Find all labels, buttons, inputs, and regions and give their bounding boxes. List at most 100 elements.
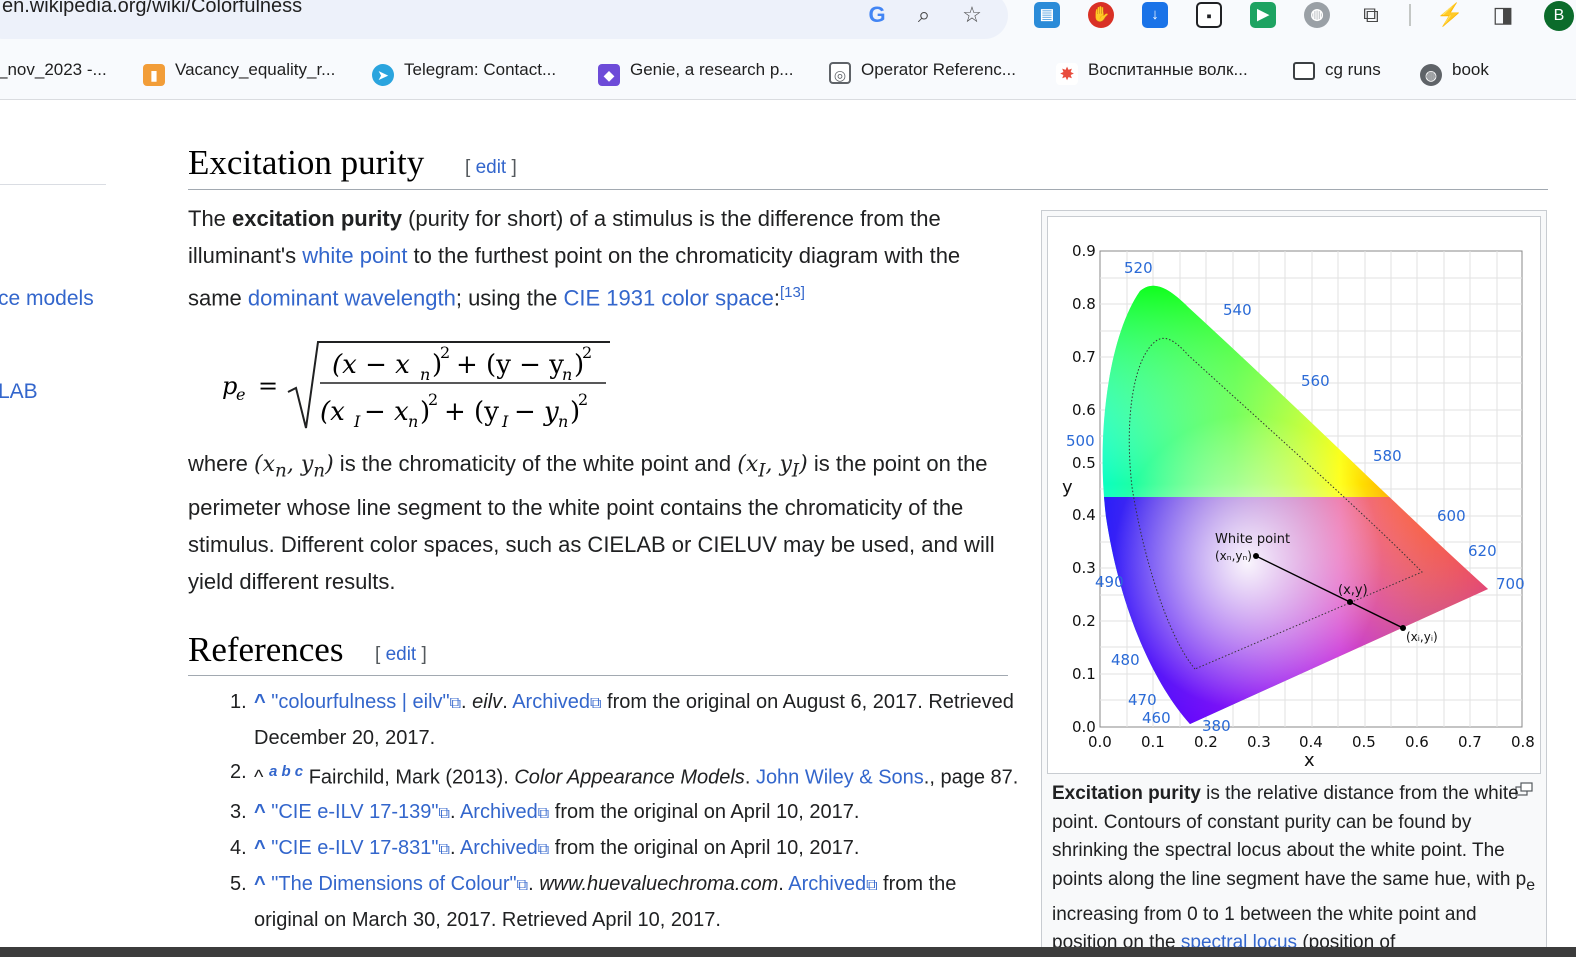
svg-text:0.2: 0.2 — [1072, 612, 1096, 630]
svg-text:0.4: 0.4 — [1299, 733, 1323, 751]
backlink-letters[interactable]: a b c — [269, 763, 303, 780]
archived-link[interactable]: Archived — [460, 801, 538, 823]
extension-window-icon[interactable]: ▤ — [1034, 2, 1060, 28]
svg-text:0.5: 0.5 — [1352, 733, 1376, 751]
url-text[interactable]: en.wikipedia.org/wiki/Colorfulness — [2, 0, 302, 18]
svg-text:0.6: 0.6 — [1072, 401, 1096, 419]
bookmark-folder[interactable]: cg runs — [1293, 58, 1381, 82]
bookmark-item[interactable]: ➤ Telegram: Contact... — [372, 58, 556, 86]
cie-1931-link[interactable]: CIE 1931 color space — [563, 285, 773, 310]
x-tick-labels: 0.0 0.1 0.2 0.3 0.4 0.5 0.6 0.7 0.8 — [1088, 733, 1535, 751]
archived-link[interactable]: Archived — [460, 837, 538, 859]
white-point-coord: (xₙ,yₙ) — [1215, 549, 1252, 563]
address-bar[interactable]: en.wikipedia.org/wiki/Colorfulness — [0, 0, 1008, 39]
archived-link[interactable]: Archived — [788, 873, 866, 895]
svg-text:600: 600 — [1437, 507, 1466, 525]
reference-item: 5. ^ "The Dimensions of Colour"⧉. www.hu… — [230, 872, 957, 931]
browser-toolbar: en.wikipedia.org/wiki/Colorfulness G ⌕ ☆… — [0, 0, 1576, 46]
svg-text:0.2: 0.2 — [1194, 733, 1218, 751]
sidebar-item-cielab[interactable]: LAB — [0, 380, 38, 404]
zoom-icon[interactable]: ⌕ — [911, 2, 937, 28]
bookmark-item[interactable]: ◆ Genie, a research p... — [598, 58, 793, 86]
svg-text:490: 490 — [1095, 573, 1124, 591]
sidebar-item-color-appearance-models[interactable]: ce models — [0, 287, 94, 311]
backlink-caret[interactable]: ^ — [254, 873, 266, 895]
external-link-icon: ⧉ — [866, 876, 878, 894]
picture-in-picture-icon[interactable]: ▪ — [1196, 2, 1222, 28]
backlink-caret[interactable]: ^ — [254, 837, 266, 859]
reference-item: 4. ^ "CIE e-ILV 17-831"⧉. Archived⧉ from… — [230, 836, 860, 859]
svg-text:2: 2 — [440, 343, 450, 362]
profile-avatar[interactable]: B — [1544, 1, 1574, 31]
edit-link[interactable]: edit — [386, 644, 417, 665]
performance-icon[interactable]: ⚡ — [1436, 2, 1463, 28]
telegram-icon: ➤ — [372, 64, 394, 86]
sidebar-divider — [0, 184, 106, 185]
white-point-link[interactable]: white point — [302, 243, 407, 268]
external-link-icon: ⧉ — [590, 695, 602, 712]
svg-text:0.0: 0.0 — [1072, 718, 1096, 736]
bookmark-star-icon[interactable]: ☆ — [959, 2, 985, 28]
svg-text:=: = — [258, 372, 278, 400]
reference-title-link[interactable]: "CIE e-ILV 17-831" — [271, 837, 438, 859]
svg-text:(x − x: (x − x — [332, 350, 410, 380]
video-extension-icon[interactable]: ▶ — [1250, 2, 1276, 28]
archived-link[interactable]: Archived — [512, 691, 590, 713]
svg-text:0.4: 0.4 — [1072, 506, 1096, 524]
stimulus-label: (x,y) — [1338, 583, 1368, 598]
svg-text:+ (y − y: + (y − y — [456, 350, 564, 380]
figure-caption: Excitation purity is the relative distan… — [1052, 783, 1536, 954]
svg-text:I: I — [501, 412, 509, 431]
svg-text:0.9: 0.9 — [1072, 242, 1096, 260]
extensions-puzzle-icon[interactable]: ⧉ — [1358, 2, 1384, 28]
side-panel-icon[interactable]: ◨ — [1490, 2, 1516, 28]
citation-13[interactable]: [13] — [780, 284, 805, 301]
svg-text:0.1: 0.1 — [1141, 733, 1165, 751]
reference-item: 2. ^ a b c Fairchild, Mark (2013). Color… — [230, 761, 1019, 789]
reference-title-link[interactable]: "colourfulness | eilv" — [271, 691, 449, 713]
bookmark-item[interactable]: ✸ Воспитанные волк... — [1056, 58, 1248, 85]
reference-item: 3. ^ "CIE e-ILV 17-139"⧉. Archived⧉ from… — [230, 800, 860, 823]
svg-text:620: 620 — [1468, 542, 1497, 560]
adblock-icon[interactable]: ✋ — [1088, 2, 1114, 28]
cie-chromaticity-diagram: White point (xₙ,yₙ) (x,y) (xᵢ,yᵢ) 380 46… — [1062, 242, 1535, 771]
google-lens-icon[interactable]: G — [864, 2, 890, 28]
svg-text:2: 2 — [428, 390, 438, 409]
edit-link[interactable]: edit — [476, 157, 507, 178]
dominant-wavelength-link[interactable]: dominant wavelength — [248, 285, 456, 310]
download-extension-icon[interactable]: ↓ — [1142, 2, 1168, 28]
x-axis-label: x — [1304, 750, 1315, 771]
section-heading-references: References — [188, 630, 344, 669]
toolbar-separator — [1409, 4, 1411, 26]
bookmark-item[interactable]: ◍ book — [1420, 58, 1489, 86]
purity-formula: p e = (x − x n ) 2 + (y − y n ) 2 (x I −… — [222, 341, 610, 431]
reference-title-link[interactable]: "The Dimensions of Colour" — [271, 873, 516, 895]
globe-extension-icon[interactable]: ◍ — [1304, 2, 1330, 28]
star-burst-icon: ✸ — [1056, 63, 1078, 85]
svg-text:560: 560 — [1301, 372, 1330, 390]
external-link-icon: ⧉ — [516, 876, 529, 894]
backlink-caret[interactable]: ^ — [254, 801, 266, 823]
bookmark-item[interactable]: _nov_2023 -... — [0, 58, 107, 82]
heading-rule — [188, 189, 1548, 190]
backlink-caret[interactable]: ^ — [254, 691, 266, 713]
document-icon: ▮ — [143, 64, 165, 86]
bookmark-item[interactable]: ◎ Operator Referenc... — [829, 58, 1016, 84]
svg-text:700: 700 — [1496, 575, 1525, 593]
svg-text:2: 2 — [582, 343, 592, 362]
external-link-icon: ⧉ — [438, 840, 450, 858]
external-link-icon: ⧉ — [438, 804, 450, 822]
bookmark-item[interactable]: ▮ Vacancy_equality_r... — [143, 58, 335, 86]
svg-text:0.7: 0.7 — [1458, 733, 1482, 751]
reference-title-link[interactable]: "CIE e-ILV 17-139" — [271, 801, 438, 823]
genie-icon: ◆ — [598, 64, 620, 86]
svg-text:+ (y: + (y — [444, 397, 499, 427]
stimulus-marker — [1347, 599, 1353, 605]
svg-text:0.3: 0.3 — [1072, 559, 1096, 577]
bookmarks-bar: _nov_2023 -... ▮ Vacancy_equality_r... ➤ T… — [0, 46, 1576, 100]
section-heading-excitation-purity: Excitation purity — [188, 143, 425, 182]
external-link-icon: ⧉ — [449, 695, 462, 712]
cie-diagram-image[interactable]: White point (xₙ,yₙ) (x,y) (xᵢ,yᵢ) 380 46… — [1047, 216, 1541, 774]
publisher-link[interactable]: John Wiley & Sons — [756, 767, 924, 789]
operator-icon: ◎ — [829, 62, 851, 84]
